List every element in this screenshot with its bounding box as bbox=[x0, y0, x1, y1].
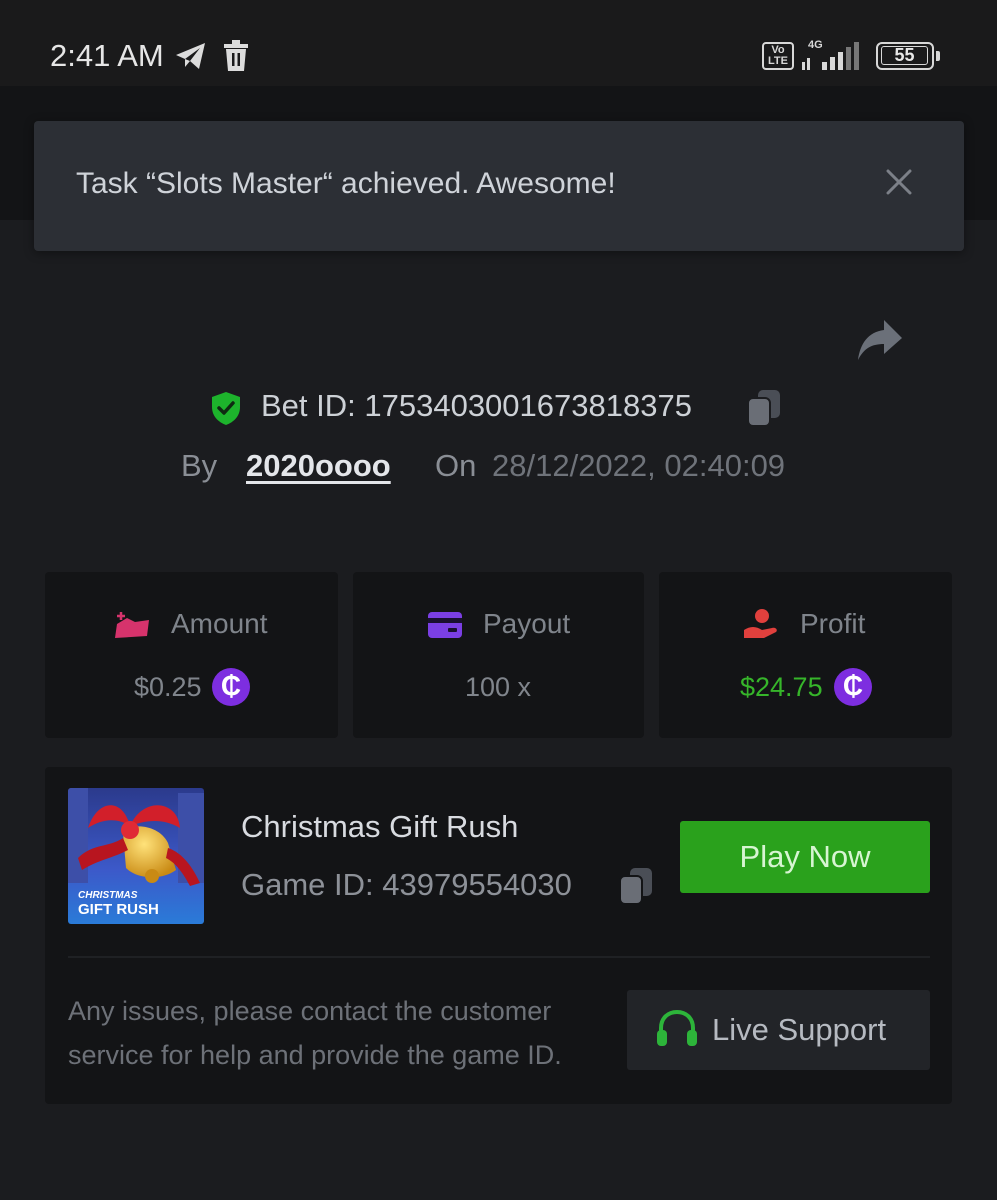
play-now-button[interactable]: Play Now bbox=[680, 821, 930, 893]
bet-date: 28/12/2022, 02:40:09 bbox=[492, 448, 786, 483]
close-icon[interactable] bbox=[884, 167, 914, 197]
toast-message: Task “Slots Master“ achieved. Awesome! bbox=[76, 167, 616, 200]
money-bag-icon bbox=[115, 612, 149, 638]
on-label: On bbox=[435, 448, 477, 483]
game-thumbnail[interactable]: CHRISTMAS GIFT RUSH bbox=[68, 788, 204, 924]
profit-value: $24.75 bbox=[740, 672, 823, 702]
amount-label: Amount bbox=[171, 608, 268, 639]
shield-check-icon bbox=[212, 392, 240, 425]
share-icon[interactable] bbox=[856, 318, 904, 362]
username-link[interactable]: 2020oooo bbox=[246, 448, 391, 484]
copy-icon[interactable] bbox=[746, 388, 782, 428]
signal-icon: 4G bbox=[802, 39, 859, 70]
amount-card: Amount $0.25 ₵ bbox=[45, 572, 338, 738]
thumb-title-bottom: GIFT RUSH bbox=[78, 901, 159, 918]
profit-label: Profit bbox=[800, 608, 866, 639]
amount-value: $0.25 bbox=[134, 672, 202, 702]
trash-icon bbox=[224, 40, 248, 71]
thumb-title-top: CHRISTMAS bbox=[78, 890, 138, 901]
payout-label: Payout bbox=[483, 608, 571, 639]
volte-badge: Vo LTE bbox=[762, 42, 794, 70]
card-icon bbox=[428, 612, 462, 638]
copy-icon[interactable] bbox=[618, 866, 654, 906]
live-support-button[interactable]: Live Support bbox=[627, 990, 930, 1070]
telegram-icon bbox=[176, 43, 205, 69]
battery-percent: 55 bbox=[881, 46, 928, 65]
coin-icon: ₵ bbox=[834, 668, 872, 706]
achievement-toast: Task “Slots Master“ achieved. Awesome! bbox=[34, 121, 964, 251]
status-time: 2:41 AM bbox=[50, 38, 164, 73]
coin-icon: ₵ bbox=[212, 668, 250, 706]
status-bar: 2:41 AM Vo LTE 4G 55 bbox=[0, 0, 997, 86]
by-label: By bbox=[181, 448, 218, 483]
bet-id: Bet ID: 1753403001673818375 bbox=[261, 388, 692, 423]
profit-card: Profit $24.75 ₵ bbox=[659, 572, 952, 738]
bet-byline: By 2020oooo On 28/12/2022, 02:40:09 bbox=[0, 448, 997, 488]
profit-hand-icon bbox=[744, 609, 777, 638]
payout-value: 100 x bbox=[465, 672, 532, 702]
battery-icon: 55 bbox=[876, 42, 940, 70]
headset-icon bbox=[657, 1009, 697, 1046]
divider bbox=[68, 956, 930, 958]
network-type: 4G bbox=[808, 39, 823, 51]
bet-id-row: Bet ID: 1753403001673818375 bbox=[0, 388, 997, 428]
live-support-label: Live Support bbox=[712, 1012, 887, 1047]
payout-card: Payout 100 x bbox=[353, 572, 644, 738]
game-card: CHRISTMAS GIFT RUSH Christmas Gift Rush … bbox=[45, 767, 952, 1104]
game-name: Christmas Gift Rush bbox=[241, 809, 519, 844]
help-text: Any issues, please contact the customer … bbox=[68, 996, 562, 1070]
game-id: Game ID: 43979554030 bbox=[241, 867, 572, 902]
